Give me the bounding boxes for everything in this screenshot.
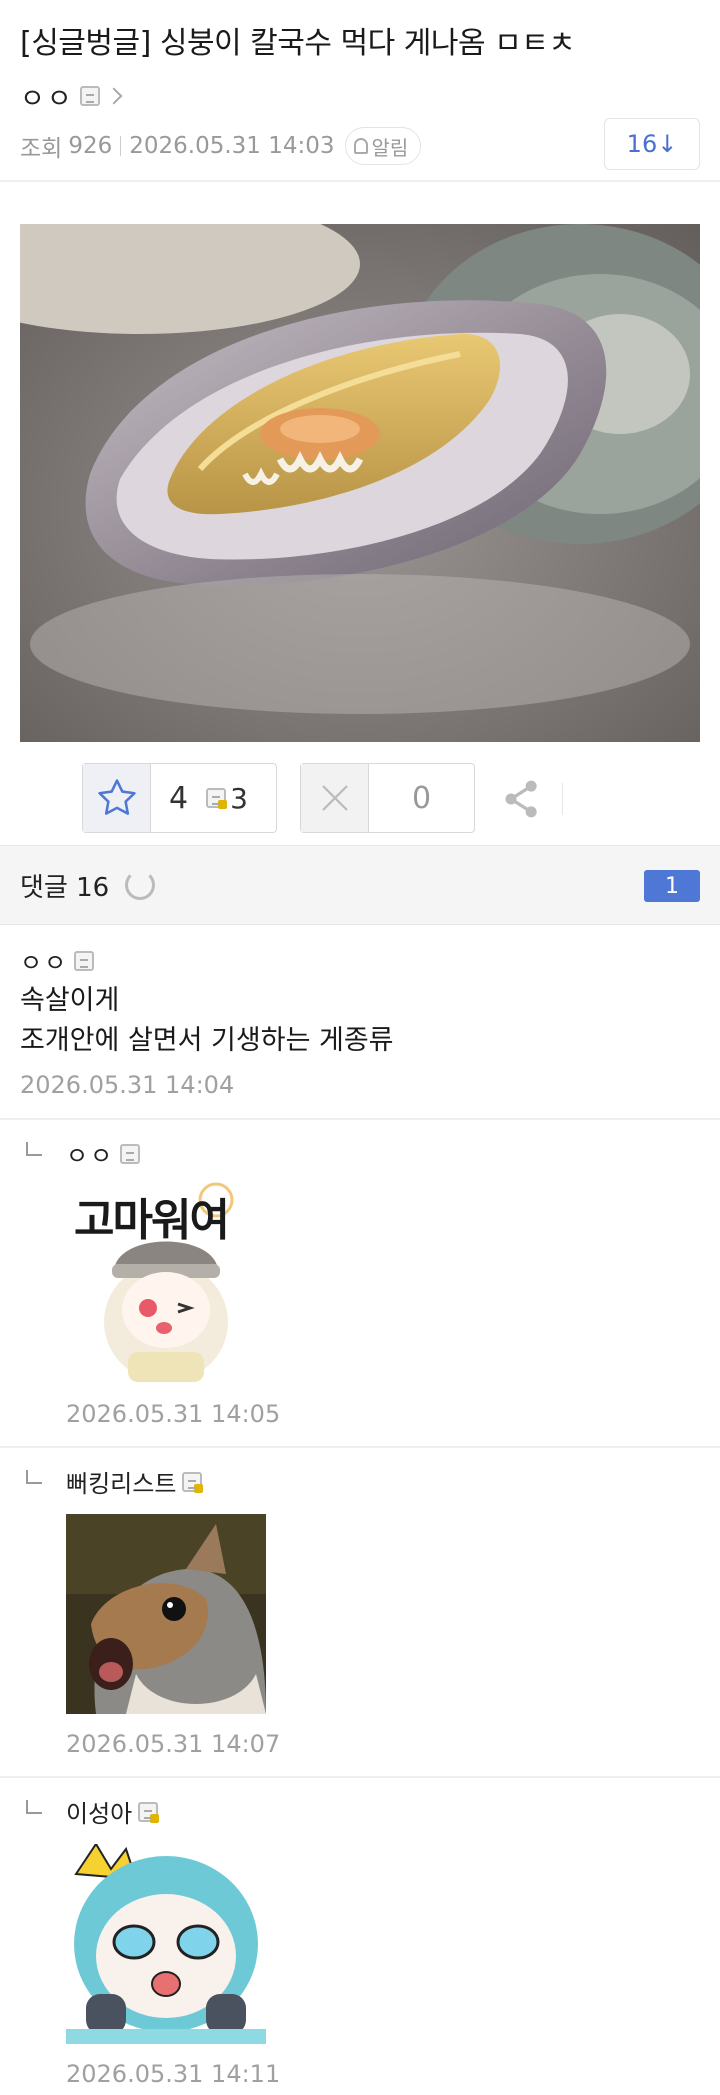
alarm-label: 알림 xyxy=(371,135,409,160)
author-row[interactable]: ㅇㅇ xyxy=(20,77,123,116)
reply-author-name[interactable]: ㅇㅇ xyxy=(66,1136,114,1171)
comment-text-line-1: 속살이게 xyxy=(20,985,120,1016)
star-icon xyxy=(83,764,151,832)
alarm-button[interactable]: 알림 xyxy=(344,127,422,165)
views-label: 조회 xyxy=(20,136,63,162)
reply-date: 2026.05.31 14:07 xyxy=(66,1730,281,1758)
user-level-icon xyxy=(74,950,95,971)
comment-text-line-2: 조개안에 살면서 기생하는 게종류 xyxy=(20,1025,394,1056)
share-icon[interactable] xyxy=(500,777,544,821)
author-name[interactable]: ㅇㅇ xyxy=(20,77,74,116)
reply-date: 2026.05.31 14:05 xyxy=(66,1400,281,1428)
views-count: 926 xyxy=(68,133,113,159)
fixed-recommend: 3 xyxy=(206,782,248,815)
sticker-crying-character xyxy=(66,1844,266,2044)
close-x-icon xyxy=(301,764,369,832)
user-level-icon xyxy=(79,86,100,106)
chevron-right-icon[interactable] xyxy=(105,87,123,105)
divider xyxy=(562,783,563,815)
downvote-button[interactable]: 0 xyxy=(300,763,475,833)
comment-page-badge[interactable]: 1 xyxy=(644,870,700,902)
reply-arrow-icon xyxy=(26,1470,42,1484)
reply-date: 2026.05.31 14:11 xyxy=(66,2060,281,2088)
reply-author-name[interactable]: 뻐킹리스트 xyxy=(66,1464,176,1499)
user-level-icon xyxy=(120,1143,141,1164)
fixed-user-icon xyxy=(206,788,228,809)
reply-author[interactable]: ㅇㅇ xyxy=(66,1136,141,1171)
fixed-recommend-count: 3 xyxy=(230,781,248,815)
recommend-count: 4 xyxy=(169,780,189,816)
recommend-button[interactable]: 4 3 xyxy=(82,763,277,833)
bell-icon xyxy=(353,138,368,154)
reply-author[interactable]: 뻐킹리스트 xyxy=(66,1464,204,1499)
reply-item: 이성아 2026.05.31 14:11 xyxy=(0,1778,720,2095)
post-datetime: 2026.05.31 14:03 xyxy=(129,133,335,159)
fixed-user-icon xyxy=(182,1471,204,1493)
comments-header: 댓글 16 1 xyxy=(0,845,720,925)
reply-author[interactable]: 이성아 xyxy=(66,1794,160,1829)
refresh-icon[interactable] xyxy=(125,870,156,900)
reply-item: ㅇㅇ 고마워여 2026.05.31 14:05 xyxy=(0,1120,720,1448)
comment-date: 2026.05.31 14:04 xyxy=(20,1071,235,1099)
reply-author-name[interactable]: 이성아 xyxy=(66,1794,132,1829)
meta-divider xyxy=(120,136,122,156)
comment-author[interactable]: ㅇㅇ xyxy=(20,943,95,978)
comments-count-label: 댓글 16 xyxy=(20,872,110,903)
post-title: [싱글벙글] 싱붕이 칼국수 먹다 게나옴 ㅁㅌㅊ xyxy=(20,26,576,61)
reply-arrow-icon xyxy=(26,1800,42,1814)
fixed-user-icon xyxy=(138,1801,160,1823)
comment-jump-button[interactable]: 16↓ xyxy=(604,118,700,170)
image-surprised-squirrel xyxy=(66,1514,266,1714)
reply-arrow-icon xyxy=(26,1142,42,1156)
post-meta: 조회 926 2026.05.31 14:03 알림 xyxy=(20,126,422,166)
comment-author-name[interactable]: ㅇㅇ xyxy=(20,943,68,978)
reply-item: 뻐킹리스트 2026.05.31 14:07 xyxy=(0,1448,720,1778)
vote-row: 4 3 0 xyxy=(0,763,720,835)
downvote-count: 0 xyxy=(411,780,432,816)
post-header: [싱글벙글] 싱붕이 칼국수 먹다 게나옴 ㅁㅌㅊ ㅇㅇ 조회 926 2026… xyxy=(0,0,720,182)
post-image-clam xyxy=(20,224,700,742)
comment-item: ㅇㅇ 속살이게 조개안에 살면서 기생하는 게종류 2026.05.31 14:… xyxy=(0,925,720,1120)
sticker-thanks: 고마워여 xyxy=(66,1182,266,1382)
sticker-caption: 고마워여 xyxy=(74,1195,230,1246)
